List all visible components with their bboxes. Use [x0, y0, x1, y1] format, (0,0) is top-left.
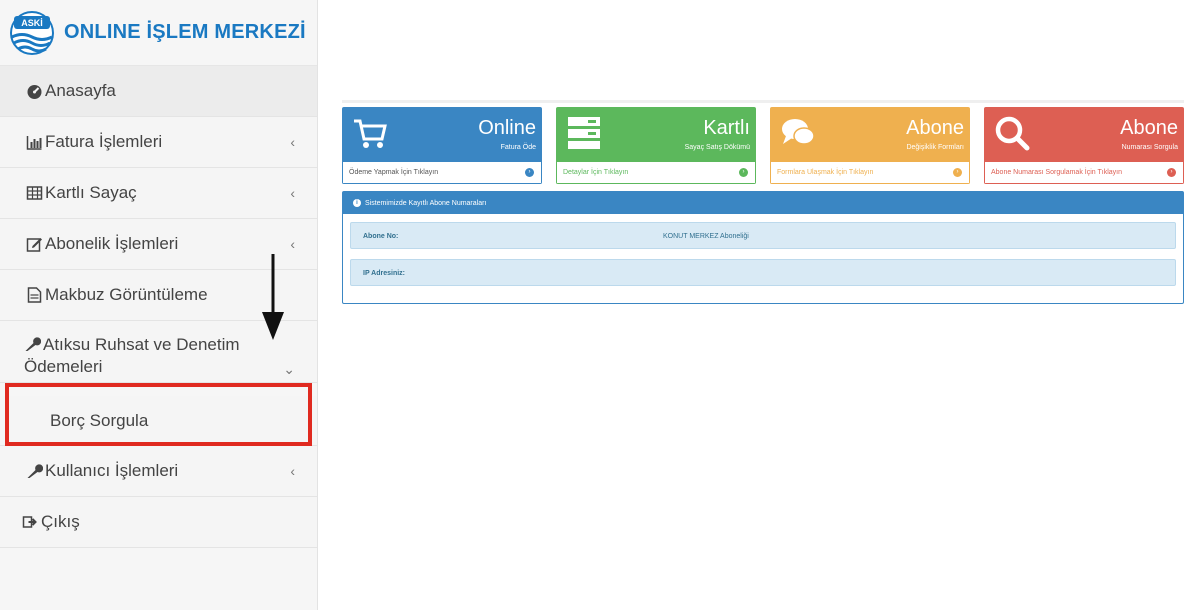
- card-footer-link[interactable]: Ödeme Yapmak İçin Tıklayın ›: [342, 162, 542, 184]
- bar-chart-icon: [26, 136, 42, 150]
- card-online-fatura[interactable]: Online Fatura Öde Ödeme Yapmak İçin Tıkl…: [342, 107, 542, 184]
- logo-text: ASKİ: [21, 18, 43, 28]
- brand[interactable]: ASKİ ONLINE İŞLEM MERKEZİ: [0, 0, 317, 66]
- sidebar-item-label: Abonelik İşlemleri: [45, 234, 179, 253]
- card-header: Abone Numarası Sorgula: [984, 107, 1184, 162]
- card-footer-link[interactable]: Abone Numarası Sorgulamak İçin Tıklayın …: [984, 162, 1184, 184]
- panel-title: Sistemimizde Kayıtlı Abone Numaraları: [365, 199, 487, 207]
- card-footer-text: Ödeme Yapmak İçin Tıklayın: [349, 169, 439, 176]
- subscriber-panel: i Sistemimizde Kayıtlı Abone Numaraları …: [342, 191, 1184, 304]
- card-title: Online: [478, 117, 536, 139]
- row-label: Abone No:: [363, 233, 399, 240]
- sidebar-item-label: Fatura İşlemleri: [45, 132, 163, 151]
- card-abone-degisiklik[interactable]: Abone Değişiklik Formları Formlara Ulaşm…: [770, 107, 970, 184]
- row-value: KONUT MERKEZ Aboneliği: [663, 233, 749, 240]
- info-row-ip-adresi: IP Adresiniz:: [350, 259, 1176, 286]
- sidebar-item-label: Atıksu Ruhsat ve Denetim Ödemeleri: [24, 335, 240, 376]
- file-icon: [27, 287, 42, 303]
- table-icon: [26, 186, 43, 200]
- card-subtitle: Sayaç Satış Dökümü: [684, 144, 750, 151]
- sidebar-item-kullanici[interactable]: Kullanıcı İşlemleri ‹: [0, 446, 317, 497]
- sidebar-item-label: Kullanıcı İşlemleri: [45, 461, 179, 480]
- page: ASKİ ONLINE İŞLEM MERKEZİ Anasayfa Fatur…: [0, 0, 1193, 610]
- card-subtitle: Fatura Öde: [500, 144, 536, 151]
- card-subtitle: Numarası Sorgula: [1121, 144, 1178, 151]
- arrow-circle-right-icon: ›: [1167, 168, 1176, 177]
- info-row-abone-no: Abone No: KONUT MERKEZ Aboneliği: [350, 222, 1176, 249]
- wrench-icon: [27, 464, 43, 478]
- chevron-left-icon: ‹: [290, 236, 295, 252]
- arrow-circle-right-icon: ›: [739, 168, 748, 177]
- aski-logo-icon: ASKİ: [10, 10, 54, 55]
- wrench-icon: [25, 337, 41, 351]
- card-footer-text: Detaylar İçin Tıklayın: [563, 169, 629, 176]
- arrow-circle-right-icon: ›: [953, 168, 962, 177]
- card-header: Abone Değişiklik Formları: [770, 107, 970, 162]
- search-icon: [995, 116, 1030, 151]
- card-title: Kartlı: [703, 117, 750, 139]
- card-kartli-sayac[interactable]: Kartlı Sayaç Satış Dökümü Detaylar İçin …: [556, 107, 756, 184]
- card-title: Abone: [1120, 117, 1178, 139]
- arrow-circle-right-icon: ›: [525, 168, 534, 177]
- dashboard-icon: [27, 85, 42, 99]
- card-footer-link[interactable]: Formlara Ulaşmak İçin Tıklayın ›: [770, 162, 970, 184]
- sidebar-item-anasayfa[interactable]: Anasayfa: [0, 66, 317, 117]
- highlight-box: [5, 383, 312, 446]
- sidebar-item-fatura[interactable]: Fatura İşlemleri ‹: [0, 117, 317, 168]
- sidebar-item-kartli-sayac[interactable]: Kartlı Sayaç ‹: [0, 168, 317, 219]
- main-content: Online Fatura Öde Ödeme Yapmak İçin Tıkl…: [342, 100, 1184, 310]
- comments-icon: [782, 119, 815, 145]
- info-icon: i: [353, 199, 361, 207]
- card-title: Abone: [906, 117, 964, 139]
- chevron-left-icon: ‹: [290, 463, 295, 479]
- card-subtitle: Değişiklik Formları: [906, 144, 964, 151]
- sidebar-item-text-wrap: Atıksu Ruhsat ve Denetim Ödemeleri: [24, 334, 317, 378]
- card-header: Online Fatura Öde: [342, 107, 542, 162]
- brand-title: ONLINE İŞLEM MERKEZİ: [64, 21, 306, 43]
- cart-icon: [354, 119, 387, 148]
- card-header: Kartlı Sayaç Satış Dökümü: [556, 107, 756, 162]
- panel-header: i Sistemimizde Kayıtlı Abone Numaraları: [343, 192, 1183, 214]
- sidebar-item-cikis[interactable]: Çıkış: [0, 497, 317, 548]
- card-footer-link[interactable]: Detaylar İçin Tıklayın ›: [556, 162, 756, 184]
- sign-out-icon: [22, 516, 37, 528]
- sidebar-item-label: Çıkış: [41, 512, 80, 531]
- edit-icon: [26, 238, 42, 252]
- card-footer-text: Abone Numarası Sorgulamak İçin Tıklayın: [991, 169, 1122, 176]
- arrow-down-icon: [262, 254, 284, 340]
- chevron-left-icon: ‹: [290, 134, 295, 150]
- sidebar-item-label: Kartlı Sayaç: [45, 183, 137, 202]
- server-icon: [568, 117, 600, 149]
- row-label: IP Adresiniz:: [363, 270, 406, 277]
- sidebar-item-label: Makbuz Görüntüleme: [45, 285, 208, 304]
- chevron-left-icon: ‹: [290, 185, 295, 201]
- chevron-down-icon: ⌄: [283, 361, 295, 377]
- card-footer-text: Formlara Ulaşmak İçin Tıklayın: [777, 169, 874, 176]
- sidebar-item-label: Anasayfa: [45, 81, 116, 100]
- card-abone-numarasi[interactable]: Abone Numarası Sorgula Abone Numarası So…: [984, 107, 1184, 184]
- top-divider: [342, 100, 1184, 103]
- card-row: Online Fatura Öde Ödeme Yapmak İçin Tıkl…: [342, 107, 1184, 184]
